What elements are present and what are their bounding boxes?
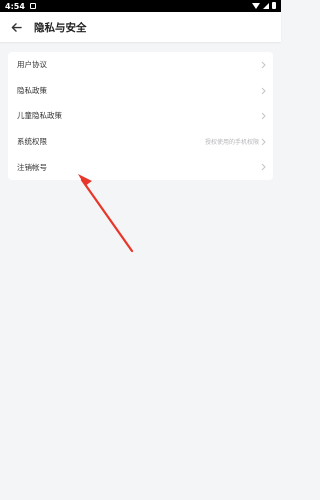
settings-item-label: 隐私政策 <box>17 85 47 95</box>
settings-item-label: 系统权限 <box>17 137 47 147</box>
back-arrow-icon <box>11 22 22 32</box>
chevron-right-icon <box>261 87 266 94</box>
status-icons <box>252 2 276 9</box>
page-title: 隐私与安全 <box>34 21 87 34</box>
wifi-icon <box>252 2 260 9</box>
settings-item-system-permissions[interactable]: 系统权限 授权使用的手机权限 <box>8 129 273 155</box>
settings-item-hint: 授权使用的手机权限 <box>204 139 259 147</box>
chevron-right-icon <box>261 61 266 69</box>
settings-item-label: 儿童隐私政策 <box>17 111 62 121</box>
annotation-arrow-shaft <box>80 178 134 253</box>
settings-item-label: 注销帐号 <box>17 162 47 172</box>
settings-item-label: 用户协议 <box>17 60 47 70</box>
app-bar: 隐私与安全 <box>0 12 281 42</box>
chevron-right-icon <box>261 138 266 146</box>
signal-icon <box>263 2 269 9</box>
notification-icon <box>29 3 36 9</box>
chevron-right-icon <box>261 164 266 171</box>
settings-item-delete-account[interactable]: 注销帐号 <box>8 154 273 180</box>
settings-item-user-agreement[interactable]: 用户协议 <box>8 52 273 78</box>
settings-item-child-privacy-policy[interactable]: 儿童隐私政策 <box>8 103 273 129</box>
chevron-right-icon <box>261 112 266 120</box>
settings-item-privacy-policy[interactable]: 隐私政策 <box>8 78 273 104</box>
status-time: 4:54 <box>5 1 25 11</box>
settings-card: 用户协议 隐私政策 儿童隐私政策 系统权限 授权使用的手机权限 注销帐号 <box>8 52 273 180</box>
battery-icon <box>272 2 276 9</box>
back-button[interactable] <box>2 12 30 42</box>
status-bar: 4:54 <box>0 0 281 12</box>
